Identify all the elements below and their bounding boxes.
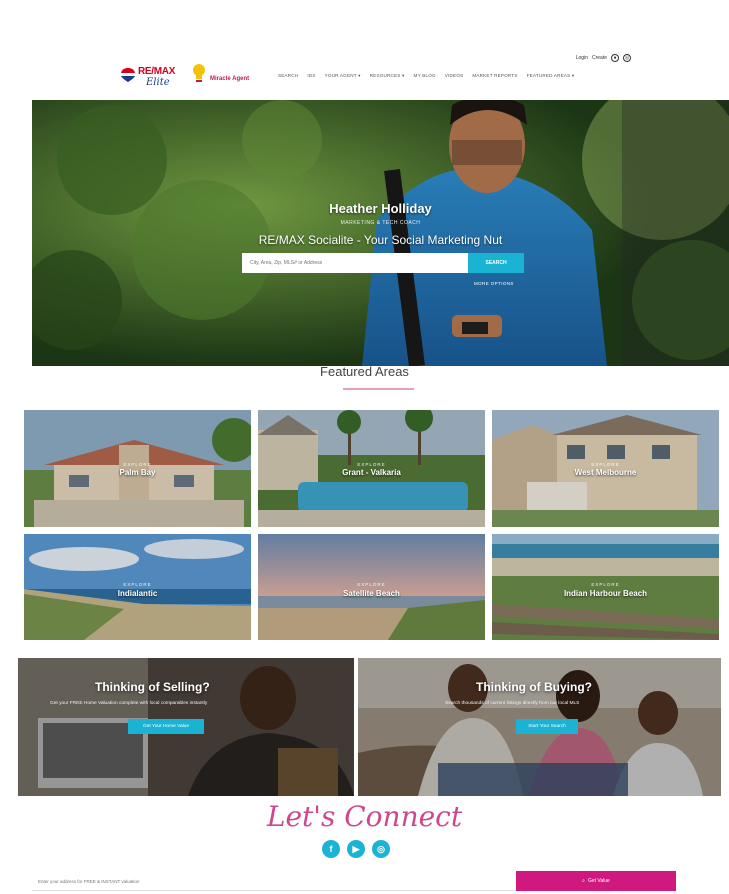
tile-explore-label: EXPLORE	[357, 582, 386, 587]
hero-name: Heather Holliday	[329, 201, 432, 216]
get-value-label: Get Value	[587, 878, 610, 884]
lets-connect-heading: Let's Connect	[266, 800, 463, 833]
buying-title: Thinking of Buying?	[476, 680, 592, 694]
search-icon: ⌕	[582, 878, 585, 884]
featured-areas-title: Featured Areas	[320, 364, 409, 379]
tile-explore-label: EXPLORE	[123, 462, 152, 467]
area-tile-west-melbourne[interactable]: EXPLORE West Melbourne	[492, 410, 719, 527]
account-icon[interactable]: ●	[611, 54, 619, 62]
hot-air-balloon-icon	[121, 68, 135, 82]
tile-explore-label: EXPLORE	[591, 462, 620, 467]
area-name: Palm Bay	[119, 468, 156, 477]
hero-banner: Heather Holliday MARKETING & TECH COACH …	[32, 100, 729, 366]
area-name: Indian Harbour Beach	[563, 589, 648, 598]
tile-explore-label: EXPLORE	[123, 582, 152, 587]
hero-subtitle: MARKETING & TECH COACH	[340, 220, 421, 226]
facebook-icon[interactable]: f	[322, 840, 340, 858]
youtube-icon[interactable]: ▶	[347, 840, 365, 858]
site-header: Login Create ● ◎ RE/MAX Elite Miracle Ag…	[0, 0, 729, 100]
main-nav: Search IDX Your Agent ▾ Resources ▾ My B…	[278, 73, 574, 79]
remax-wordmark: RE/MAX	[138, 66, 176, 77]
tile-overlay	[258, 534, 485, 640]
remax-logo[interactable]: RE/MAX Elite	[120, 66, 182, 92]
area-name: Satellite Beach	[343, 589, 400, 598]
nav-item-resources[interactable]: Resources ▾	[370, 73, 405, 79]
title-divider	[343, 388, 414, 390]
agent-logo-text: Miracle Agent	[210, 76, 250, 82]
buying-panel: Thinking of Buying? Search thousands of …	[358, 658, 721, 796]
hero-tagline: RE/MAX Socialite - Your Social Marketing…	[258, 233, 503, 247]
social-links: f ▶ ◎	[322, 840, 390, 858]
globe-icon[interactable]: ◎	[623, 54, 631, 62]
area-tile-satellite-beach[interactable]: EXPLORE Satellite Beach	[258, 534, 485, 640]
tile-overlay	[24, 534, 251, 640]
selling-description: Get your FREE Home Valuation complete wi…	[50, 701, 208, 706]
area-tile-grant-valkaria[interactable]: EXPLORE Grant - Valkaria	[258, 410, 485, 527]
area-tile-palm-bay[interactable]: EXPLORE Palm Bay	[24, 410, 251, 527]
create-link[interactable]: Create	[592, 55, 607, 61]
area-name: Grant - Valkaria	[342, 468, 401, 477]
area-tile-indialantic[interactable]: EXPLORE Indialantic	[24, 534, 251, 640]
nav-item-featured-areas[interactable]: Featured Areas ▾	[527, 73, 575, 79]
area-tile-indian-harbour-beach[interactable]: EXPLORE Indian Harbour Beach	[492, 534, 719, 640]
hero-search: SEARCH	[242, 253, 524, 273]
remax-sub-wordmark: Elite	[146, 77, 170, 88]
selling-title: Thinking of Selling?	[95, 680, 210, 694]
home-value-button[interactable]: Get Your Home Value	[128, 719, 204, 734]
start-search-button[interactable]: Start Your Search	[516, 719, 578, 734]
nav-item-your-agent[interactable]: Your Agent ▾	[325, 73, 361, 79]
miracle-agent-logo[interactable]: Miracle Agent	[192, 63, 267, 93]
search-button[interactable]: SEARCH	[468, 253, 524, 273]
more-options-link[interactable]: MORE OPTIONS	[474, 281, 514, 286]
search-input[interactable]	[242, 253, 468, 273]
area-name: West Melbourne	[574, 468, 637, 477]
selling-panel: Thinking of Selling? Get your FREE Home …	[18, 658, 354, 796]
nav-item-my-blog[interactable]: My Blog	[414, 73, 436, 79]
utility-bar: Login Create ● ◎	[576, 54, 631, 62]
login-link[interactable]: Login	[576, 55, 588, 61]
get-value-button[interactable]: ⌕ Get Value	[516, 871, 676, 891]
tile-explore-label: EXPLORE	[591, 582, 620, 587]
buying-description: Search thousands of current listings dir…	[445, 701, 580, 706]
area-name: Indialantic	[117, 589, 158, 598]
tile-overlay	[492, 534, 719, 640]
nav-item-idx[interactable]: IDX	[307, 73, 315, 79]
tile-explore-label: EXPLORE	[357, 462, 386, 467]
lightbulb-icon	[193, 64, 205, 82]
nav-item-search[interactable]: Search	[278, 73, 298, 79]
valuation-address-input[interactable]	[32, 872, 516, 891]
nav-item-videos[interactable]: Videos	[445, 73, 464, 79]
featured-areas-grid: EXPLORE Palm Bay EXPLORE Grant - Valkari…	[24, 410, 719, 640]
nav-item-market-reports[interactable]: Market Reports	[472, 73, 517, 79]
instagram-icon[interactable]: ◎	[372, 840, 390, 858]
